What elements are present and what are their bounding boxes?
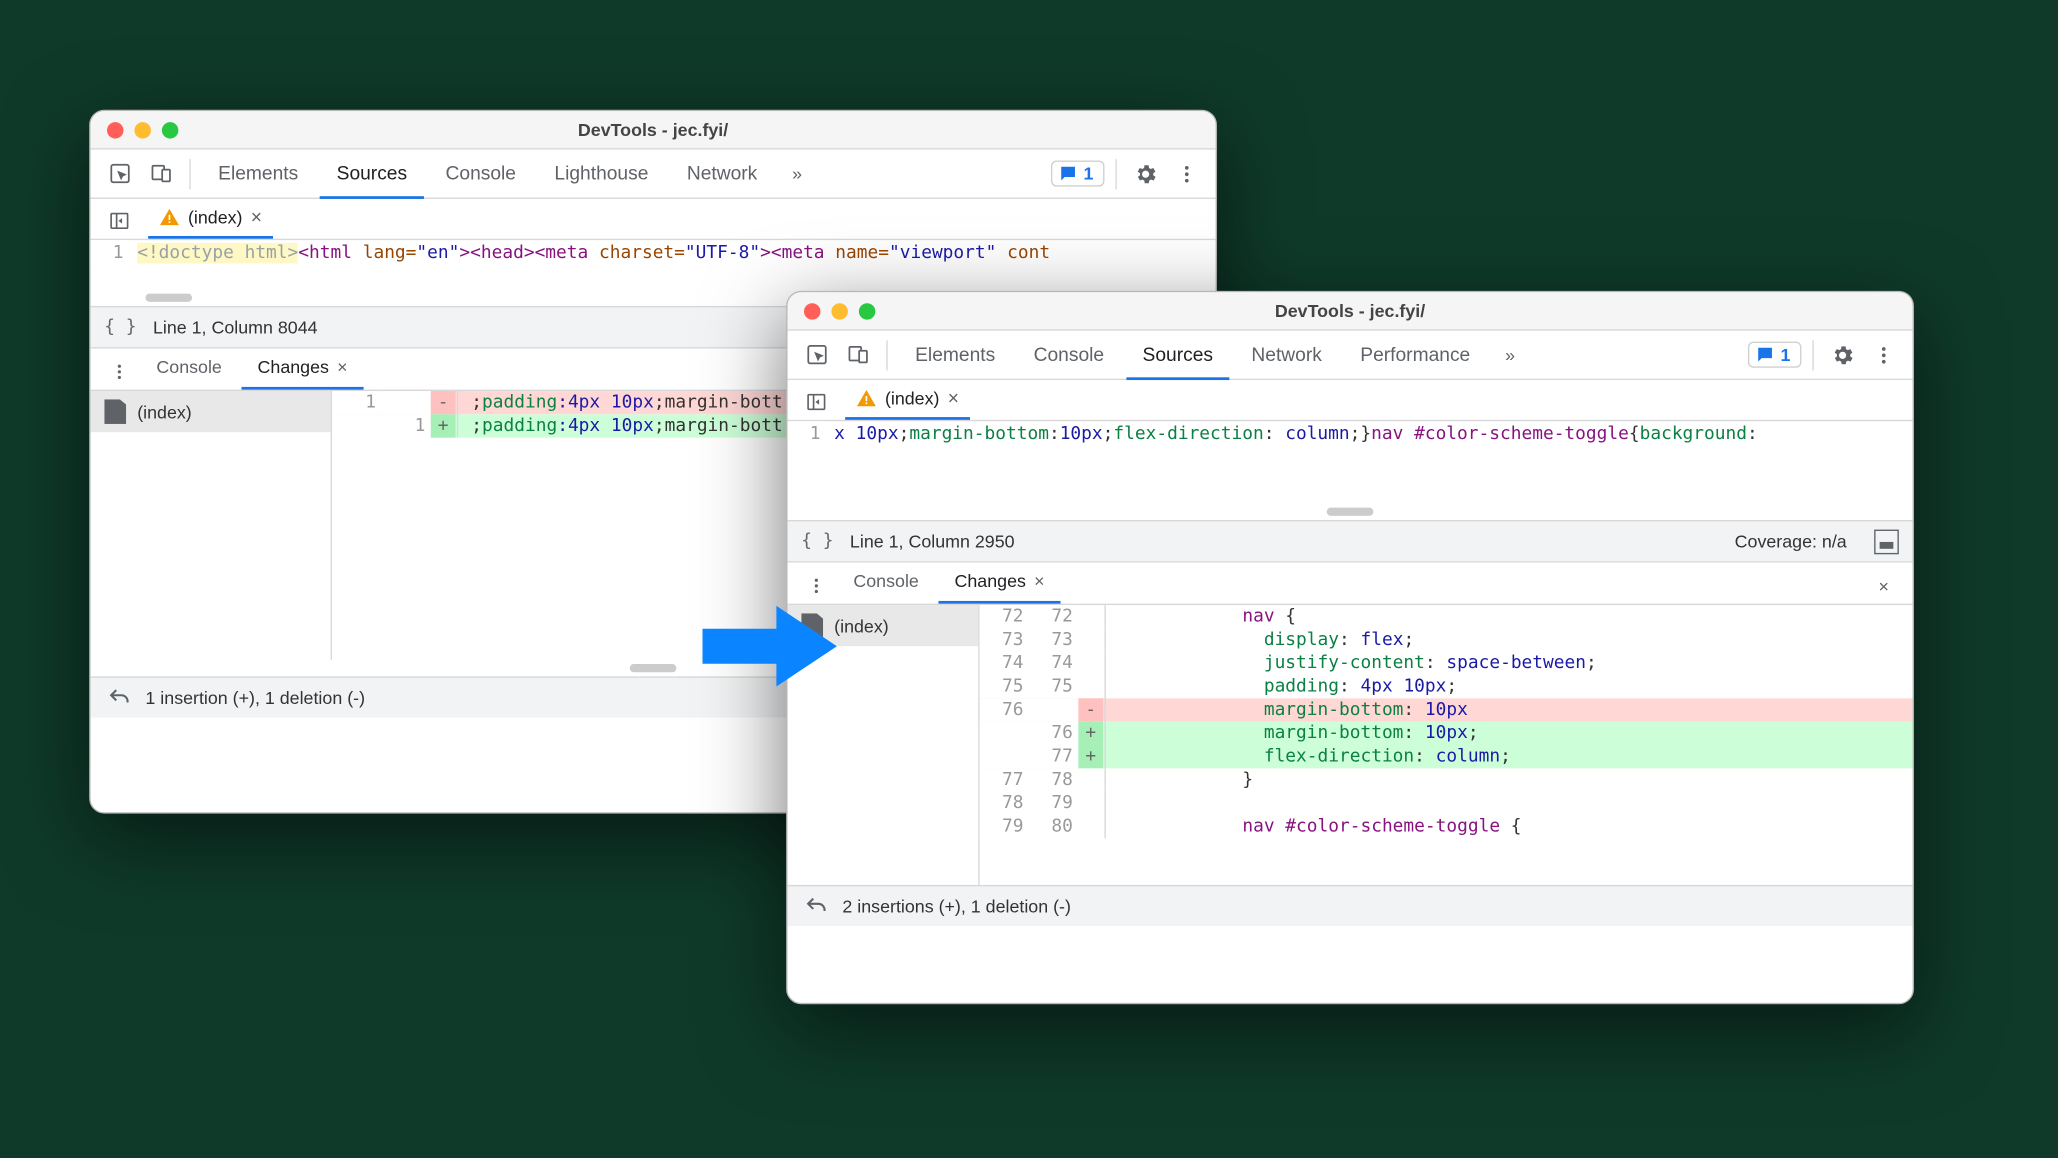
gear-icon[interactable] [1825, 337, 1861, 373]
changed-files-list: (index) [91, 391, 332, 660]
device-toggle-icon[interactable] [840, 337, 876, 373]
diff-row: 7575 padding: 4px 10px; [980, 675, 1913, 698]
close-icon[interactable]: × [337, 356, 347, 377]
file-tab-index[interactable]: (index) × [845, 381, 970, 419]
revert-icon[interactable] [107, 685, 132, 710]
tab-console[interactable]: Console [429, 149, 532, 198]
issues-chip[interactable]: 1 [1051, 161, 1105, 187]
close-icon[interactable]: × [1034, 570, 1044, 591]
diff-summary-text: 1 insertion (+), 1 deletion (-) [145, 687, 365, 708]
tab-console[interactable]: Console [1017, 330, 1120, 379]
diff-row: 7272nav { [980, 605, 1913, 628]
kebab-icon[interactable] [1169, 156, 1205, 192]
diff-row: 76+ margin-bottom: 10px; [980, 722, 1913, 745]
source-editor[interactable]: 1 x 10px;margin-bottom:10px;flex-directi… [788, 421, 1913, 503]
devtools-window-after: DevTools - jec.fyi/ Elements Console Sou… [786, 291, 1914, 1004]
issues-chip[interactable]: 1 [1748, 342, 1802, 368]
diff-summary-bar: 2 insertions (+), 1 deletion (-) [788, 885, 1913, 926]
tab-elements[interactable]: Elements [202, 149, 315, 198]
pretty-print-icon[interactable]: { } [104, 317, 136, 338]
device-toggle-icon[interactable] [143, 156, 179, 192]
inspect-icon[interactable] [799, 337, 835, 373]
kebab-icon[interactable] [1866, 337, 1902, 373]
close-icon[interactable]: × [251, 206, 262, 228]
tab-elements[interactable]: Elements [899, 330, 1012, 379]
cursor-position: Line 1, Column 2950 [850, 531, 1015, 552]
tab-sources[interactable]: Sources [320, 149, 423, 198]
inspect-icon[interactable] [102, 156, 138, 192]
diff-view[interactable]: 7272nav {7373 display: flex;7474 justify… [980, 605, 1913, 885]
titlebar: DevTools - jec.fyi/ [91, 111, 1216, 149]
tab-network[interactable]: Network [1235, 330, 1338, 379]
diff-row: 7778} [980, 768, 1913, 791]
warning-icon [856, 388, 877, 409]
diff-row: 7879 [980, 792, 1913, 815]
diff-row: 7474 justify-content: space-between; [980, 652, 1913, 675]
gear-icon[interactable] [1128, 156, 1164, 192]
diff-row: 77+ flex-direction: column; [980, 745, 1913, 768]
code-line: <!doctype html><html lang="en"><head><me… [132, 240, 1056, 266]
navigator-toggle-icon[interactable] [102, 203, 138, 239]
drawer-tab-changes[interactable]: Changes × [938, 560, 1061, 604]
navigator-toggle-icon[interactable] [799, 384, 835, 420]
coverage-label: Coverage: n/a [1735, 531, 1847, 552]
pretty-print-icon[interactable]: { } [801, 531, 833, 552]
diff-row: 7373 display: flex; [980, 628, 1913, 651]
line-number: 1 [788, 421, 829, 447]
code-line: x 10px;margin-bottom:10px;flex-direction… [829, 421, 1764, 447]
drawer-tab-changes[interactable]: Changes × [241, 346, 364, 390]
line-number: 1 [91, 240, 132, 266]
file-icon [104, 399, 126, 424]
tab-performance[interactable]: Performance [1344, 330, 1487, 379]
drawer-tabstrip: Console Changes × × [788, 561, 1913, 605]
close-icon[interactable]: × [948, 387, 959, 409]
main-tabstrip: Elements Console Sources Network Perform… [788, 331, 1913, 380]
drawer-tab-console[interactable]: Console [837, 560, 935, 604]
file-tabstrip: (index) × [788, 380, 1913, 421]
more-tabs-icon[interactable]: » [779, 156, 815, 192]
window-title: DevTools - jec.fyi/ [788, 300, 1913, 321]
file-tab-label: (index) [885, 388, 940, 409]
file-name: (index) [137, 401, 192, 422]
revert-icon[interactable] [804, 894, 829, 919]
file-name: (index) [834, 615, 889, 636]
issues-count: 1 [1084, 163, 1094, 184]
tab-sources[interactable]: Sources [1126, 330, 1229, 379]
drawer-kebab-icon[interactable] [102, 354, 138, 390]
main-tabstrip: Elements Sources Console Lighthouse Netw… [91, 150, 1216, 199]
file-tab-index[interactable]: (index) × [148, 200, 273, 238]
titlebar: DevTools - jec.fyi/ [788, 292, 1913, 330]
window-title: DevTools - jec.fyi/ [91, 119, 1216, 140]
status-bar: { } Line 1, Column 2950 Coverage: n/a [788, 520, 1913, 561]
diff-summary-text: 2 insertions (+), 1 deletion (-) [842, 896, 1071, 917]
list-item[interactable]: (index) [91, 391, 331, 432]
tab-lighthouse[interactable]: Lighthouse [538, 149, 665, 198]
changes-panel: (index) 7272nav {7373 display: flex;7474… [788, 605, 1913, 885]
diff-row: 7980nav #color-scheme-toggle { [980, 815, 1913, 838]
more-tabs-icon[interactable]: » [1492, 337, 1528, 373]
tab-network[interactable]: Network [670, 149, 773, 198]
cursor-position: Line 1, Column 8044 [153, 317, 318, 338]
close-drawer-icon[interactable]: × [1866, 568, 1902, 604]
arrow-icon [702, 598, 836, 694]
h-scrollbar[interactable] [788, 504, 1913, 520]
file-tab-label: (index) [188, 206, 243, 227]
file-tabstrip: (index) × [91, 199, 1216, 240]
source-editor[interactable]: 1 <!doctype html><html lang="en"><head><… [91, 240, 1216, 289]
drawer-tab-console[interactable]: Console [140, 346, 238, 390]
diff-row: 76- margin-bottom: 10px [980, 698, 1913, 721]
issues-count: 1 [1781, 344, 1791, 365]
coverage-icon[interactable] [1874, 529, 1899, 554]
warning-icon [159, 206, 180, 227]
